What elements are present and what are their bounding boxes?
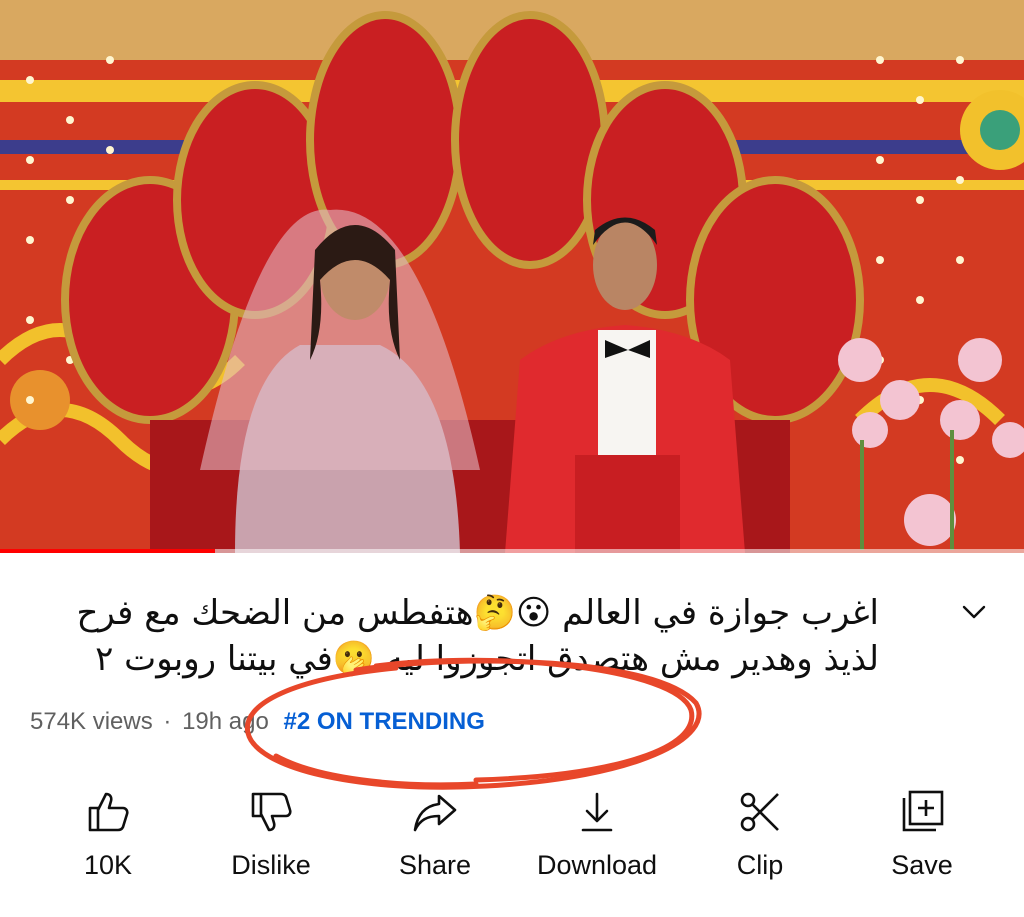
like-count: 10K — [83, 850, 133, 880]
share-icon — [413, 794, 457, 832]
scissors-icon — [740, 792, 779, 832]
thumbs-down-icon — [251, 792, 292, 832]
video-player[interactable] — [0, 0, 1024, 553]
like-button[interactable]: 10K — [28, 780, 188, 890]
save-button[interactable]: Save — [842, 780, 1002, 890]
clip-button[interactable]: Clip — [680, 780, 840, 890]
save-playlist-icon — [902, 790, 944, 832]
download-icon — [581, 792, 613, 832]
progress-bar[interactable] — [0, 549, 1024, 553]
action-bar: 10K Dislike Share Download Clip Save — [0, 780, 1024, 890]
view-count: 574K views — [30, 708, 153, 735]
download-button[interactable]: Download — [517, 780, 677, 890]
annotation-circle — [244, 657, 702, 790]
progress-bar-fill — [0, 549, 216, 553]
save-label: Save — [891, 850, 953, 880]
dislike-label: Dislike — [231, 850, 311, 880]
dislike-button[interactable]: Dislike — [191, 780, 351, 890]
clip-label: Clip — [736, 850, 784, 880]
share-button[interactable]: Share — [355, 780, 515, 890]
chevron-down-icon[interactable] — [958, 596, 990, 628]
meta-separator: · — [163, 708, 172, 735]
share-label: Share — [398, 850, 472, 880]
download-label: Download — [536, 850, 658, 880]
thumbs-up-icon — [88, 792, 129, 832]
video-frame-illustration — [0, 0, 1024, 553]
